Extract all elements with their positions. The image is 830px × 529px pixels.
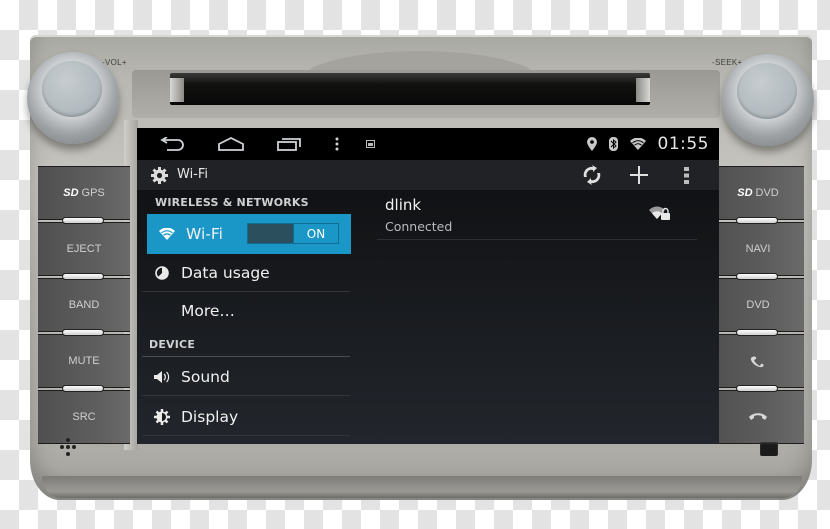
phone-hangup-icon xyxy=(749,413,767,420)
display-icon xyxy=(151,408,173,425)
section-divider xyxy=(142,356,350,357)
action-bar: Wi-Fi xyxy=(137,160,719,190)
button-divider xyxy=(736,273,778,280)
dvd-button-label: DVD xyxy=(746,299,770,311)
disc-slot xyxy=(170,73,650,105)
settings-item-sound[interactable]: Sound xyxy=(142,358,350,396)
button-divider xyxy=(736,217,778,224)
src-button-label: SRC xyxy=(72,411,96,423)
display-label: Display xyxy=(181,407,239,426)
seek-knob[interactable] xyxy=(722,54,814,146)
button-divider xyxy=(736,329,778,336)
location-icon xyxy=(586,137,597,151)
phone-answer-icon xyxy=(750,356,764,368)
dvd-button[interactable]: DVD xyxy=(712,278,804,336)
clock: 01:55 xyxy=(657,134,709,154)
menu-icon xyxy=(335,137,339,151)
button-divider xyxy=(62,273,104,280)
button-divider xyxy=(62,329,104,336)
mute-button-label: MUTE xyxy=(68,355,100,367)
slot-left-end xyxy=(170,78,184,102)
menu-button[interactable] xyxy=(329,132,345,156)
add-network-icon xyxy=(630,166,648,184)
section-header-wireless: WIRELESS & NETWORKS xyxy=(155,196,309,209)
data-usage-icon xyxy=(151,265,173,280)
button-divider xyxy=(736,385,778,392)
settings-item-display[interactable]: Display xyxy=(142,398,350,436)
overflow-menu-icon xyxy=(683,166,689,184)
wifi-toggle-state: ON xyxy=(293,224,338,243)
settings-item-wifi[interactable]: Wi-Fi ON xyxy=(147,214,351,254)
microphone-icon xyxy=(58,438,78,458)
button-divider xyxy=(62,217,104,224)
wps-icon xyxy=(583,165,601,185)
band-button[interactable]: BAND xyxy=(38,278,130,336)
data-usage-label: Data usage xyxy=(181,263,270,282)
navi-button[interactable]: NAVI xyxy=(712,222,804,280)
add-network-button[interactable] xyxy=(627,163,651,187)
right-button-column: SD DVD NAVI DVD xyxy=(712,166,804,446)
wifi-icon xyxy=(156,228,178,240)
recent-apps-icon xyxy=(277,138,301,151)
screenshot-icon xyxy=(365,140,375,148)
wifi-toggle[interactable]: ON xyxy=(247,223,339,244)
settings-list: WIRELESS & NETWORKS Wi-Fi ON Data usage … xyxy=(137,190,352,444)
system-bar: 01:55 xyxy=(137,128,719,160)
settings-item-more[interactable]: More… xyxy=(142,292,350,330)
mute-button[interactable]: MUTE xyxy=(38,334,130,392)
page-title: Wi-Fi xyxy=(177,167,209,182)
navi-button-label: NAVI xyxy=(745,243,771,255)
gear-icon xyxy=(150,166,168,184)
home-button[interactable] xyxy=(215,132,247,156)
button-divider xyxy=(62,385,104,392)
status-area: 01:55 xyxy=(586,128,710,160)
wifi-label: Wi-Fi xyxy=(186,225,223,243)
wps-button[interactable] xyxy=(579,163,605,187)
eject-button-label: EJECT xyxy=(66,243,102,255)
sd-logo: SD xyxy=(737,187,753,199)
bluetooth-icon xyxy=(608,137,618,151)
ir-sensor xyxy=(760,442,778,456)
settings-up-button[interactable] xyxy=(149,163,169,187)
src-button[interactable]: SRC xyxy=(38,390,130,444)
gps-button-label: GPS xyxy=(81,187,105,199)
volume-knob[interactable] xyxy=(27,52,119,144)
frame-bottom-lip xyxy=(42,476,802,498)
android-screen: 01:55 Wi-Fi WIRELESS & NETWORKS Wi-Fi ON xyxy=(137,128,719,444)
wifi-locked-icon xyxy=(649,206,670,220)
eject-button[interactable]: EJECT xyxy=(38,222,130,280)
more-label: More… xyxy=(181,302,235,320)
recent-apps-button[interactable] xyxy=(273,132,305,156)
screenshot-notification[interactable] xyxy=(363,132,377,156)
left-button-column: SD GPS EJECT BAND MUTE SRC xyxy=(38,166,130,446)
back-button[interactable] xyxy=(157,132,187,156)
dvd-sd-button-label: DVD xyxy=(755,187,779,199)
sound-icon xyxy=(151,370,173,384)
slot-right-end xyxy=(636,78,650,102)
sd-logo: SD xyxy=(63,187,79,199)
home-icon xyxy=(218,137,244,151)
call-hangup-button[interactable] xyxy=(712,390,804,444)
network-item[interactable]: dlink Connected xyxy=(377,190,697,240)
sound-label: Sound xyxy=(181,367,230,386)
gps-button[interactable]: SD GPS xyxy=(38,166,130,224)
network-name: dlink xyxy=(385,196,422,214)
band-button-label: BAND xyxy=(68,299,100,311)
wifi-icon xyxy=(629,138,646,150)
back-icon xyxy=(160,137,184,151)
dvd-sd-button[interactable]: SD DVD xyxy=(712,166,804,224)
network-status: Connected xyxy=(385,219,453,234)
section-header-device: DEVICE xyxy=(149,338,196,351)
settings-item-data-usage[interactable]: Data usage xyxy=(142,254,350,292)
overflow-menu-button[interactable] xyxy=(678,163,694,187)
call-answer-button[interactable] xyxy=(712,334,804,392)
